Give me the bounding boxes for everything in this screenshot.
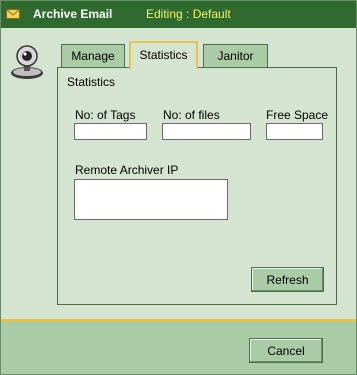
tab-manage[interactable]: Manage bbox=[61, 44, 125, 68]
tab-manage-label: Manage bbox=[71, 49, 115, 63]
files-label: No: of files bbox=[163, 108, 220, 122]
files-field[interactable] bbox=[162, 123, 251, 140]
remote-ip-field[interactable] bbox=[74, 179, 228, 220]
footer-bar: Cancel bbox=[1, 322, 356, 374]
tab-statistics-label: Statistics bbox=[139, 48, 188, 62]
free-space-label: Free Space bbox=[266, 108, 329, 122]
refresh-button[interactable]: Refresh bbox=[251, 267, 324, 292]
tab-janitor[interactable]: Janitor bbox=[203, 44, 268, 68]
group-title: Statistics bbox=[67, 75, 116, 89]
webcam-icon bbox=[11, 45, 43, 79]
tab-janitor-label: Janitor bbox=[217, 49, 254, 63]
editing-subtitle: Editing : Default bbox=[146, 7, 231, 21]
archive-email-window: Archive Email Editing : Default Manage S… bbox=[0, 0, 357, 375]
free-space-field[interactable] bbox=[266, 123, 323, 140]
remote-ip-label: Remote Archiver IP bbox=[75, 163, 179, 177]
envelope-icon bbox=[6, 9, 20, 19]
cancel-button[interactable]: Cancel bbox=[249, 338, 323, 363]
tags-field[interactable] bbox=[74, 123, 147, 140]
statistics-panel: Statistics No: of Tags No: of files Free… bbox=[57, 67, 337, 305]
tab-statistics[interactable]: Statistics bbox=[129, 41, 198, 69]
title-bar: Archive Email Editing : Default bbox=[1, 1, 356, 28]
tags-label: No: of Tags bbox=[75, 108, 136, 122]
window-title: Archive Email bbox=[33, 7, 113, 21]
